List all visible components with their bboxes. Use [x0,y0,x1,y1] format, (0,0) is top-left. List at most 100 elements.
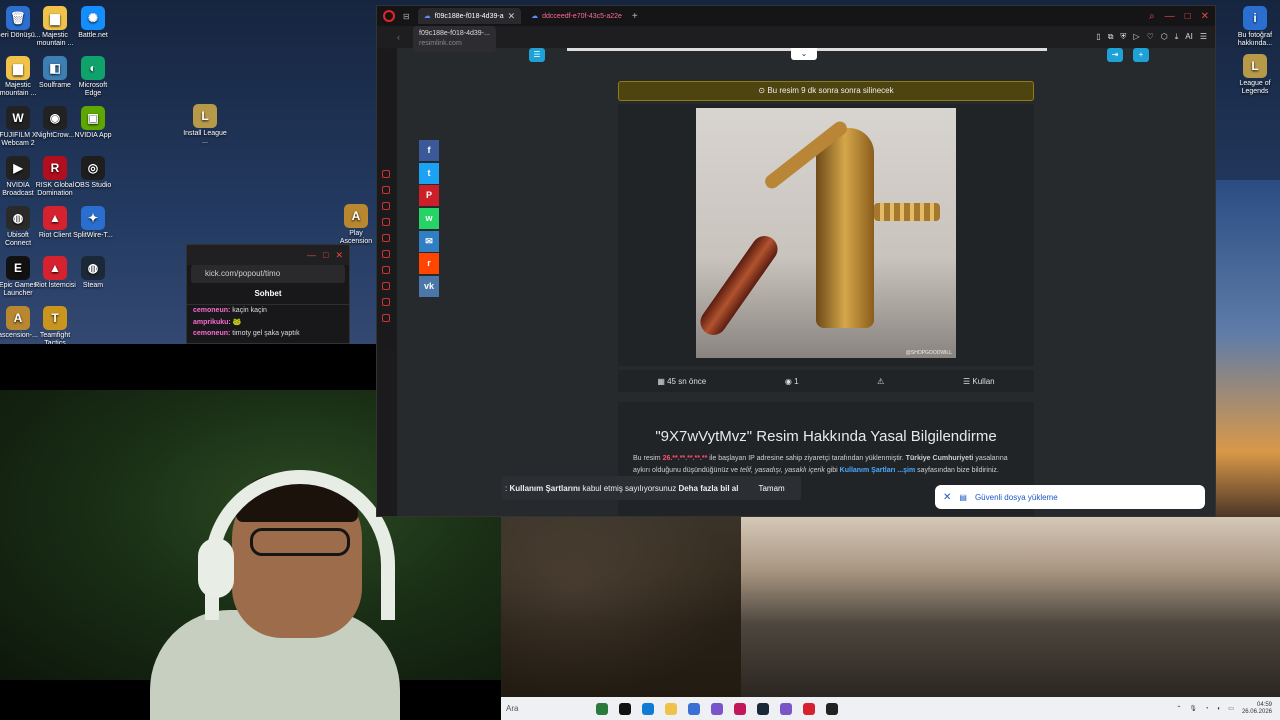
taskbar-app-icon[interactable] [734,702,746,715]
twitter-share-icon[interactable]: t [419,162,439,184]
clock[interactable]: 04:59 26.06.2026 [1242,702,1272,716]
taskbar-app-icon[interactable] [803,702,815,715]
desktop-icon[interactable]: i Bu fotoğraf hakkında... [1232,6,1278,48]
menu-button[interactable]: ☰ [529,48,545,62]
desktop-icon-label: Battle.net [78,32,108,39]
sidebar-icon[interactable] [382,234,390,242]
opera-menu-icon[interactable] [383,10,395,22]
close-icon[interactable]: ✕ [943,492,951,503]
view-count: ◉ 1 [784,376,799,386]
pinterest-share-icon[interactable]: P [419,185,439,207]
snapshot-icon[interactable]: ⧉ [1108,32,1114,42]
tab-overview-icon[interactable]: ⊟ [403,12,410,21]
sidebar-icon[interactable] [382,186,390,194]
bookmark-icon[interactable]: ▯ [1096,32,1100,42]
reddit-share-icon[interactable]: r [419,253,439,275]
menu-icon[interactable]: ☰ [1200,32,1207,42]
desktop-icon[interactable]: ▣ NVIDIA App [70,106,116,140]
taskbar-app-icon[interactable] [619,702,631,715]
app-icon: ◐ [81,56,105,80]
use-link[interactable]: ☰ Kullan [963,377,995,386]
close-icon[interactable]: ✕ [335,250,343,261]
taskbar-search[interactable]: Ara [501,697,591,720]
register-button[interactable]: + [1133,48,1149,62]
taskbar-app-icon[interactable] [711,702,723,715]
desktop-icon[interactable]: A Play Ascension [333,204,379,246]
microphone-icon[interactable]: 🎙 [1189,705,1197,712]
taskbar-app-icon[interactable] [826,702,838,715]
sidebar-icon[interactable] [382,314,390,322]
desktop-icon[interactable]: ◐ Microsoft Edge [70,56,116,98]
download-icon[interactable]: ⤓ [1175,32,1179,42]
facebook-share-icon[interactable]: f [419,140,439,161]
sidebar-icon[interactable] [382,218,390,226]
player-icon[interactable]: ▷ [1133,32,1139,42]
taskbar-app-icon[interactable] [757,702,769,715]
ai-icon[interactable]: AI [1185,32,1193,42]
tab-active[interactable]: ☁ f09c188e-f018-4d39-a ✕ [417,8,522,24]
sidebar-icon[interactable] [382,266,390,274]
dropdown-toggle[interactable]: ⌄ [791,48,817,60]
desktop-icon[interactable]: ◍ Steam [70,256,116,290]
taskbar-app-icon[interactable] [688,702,700,715]
sidebar-icon[interactable] [382,250,390,258]
learn-more-link[interactable]: Deha fazla bil al [678,484,738,493]
sidebar-icon[interactable] [382,202,390,210]
maximize-icon[interactable]: □ [1185,11,1191,22]
desktop-icon[interactable]: TTeamfight Tactics [32,306,78,348]
login-button[interactable]: ⇥ [1107,48,1123,62]
sidebar-icon[interactable] [382,282,390,290]
sidebar-icon[interactable] [382,170,390,178]
tray-chevron-icon[interactable]: ⌃ [1176,705,1181,712]
legal-title: "9X7wVytMvz" Resim Hakkında Yasal Bilgil… [655,428,997,445]
battery-icon[interactable]: ▭ [1228,705,1234,712]
maximize-icon[interactable]: □ [323,250,328,260]
contact-link[interactable]: ...şim [897,467,915,474]
desktop-icon-label: NVIDIA App [74,132,112,139]
image-panel: @SHOPGOODWILL [618,104,1034,366]
app-icon: T [43,306,67,330]
close-icon[interactable]: ✕ [1201,11,1209,22]
taskbar-app-icon[interactable] [642,702,654,715]
terms-link[interactable]: Kullanım Şartları [840,467,896,474]
whatsapp-share-icon[interactable]: w [419,208,439,230]
network-icon[interactable]: ◔ [1205,706,1209,712]
desktop-icon[interactable]: L Install League ... [182,104,228,146]
desktop-icon[interactable]: ◎ OBS Studio [70,156,116,190]
desktop-icon[interactable]: ✺ Battle.net [70,6,116,40]
chat-address-bar[interactable]: kick.com/popout/timo [191,265,345,283]
app-icon: A [344,204,368,228]
taskbar: Ara ⌃ 🎙 ◔ ◖ ▭ 04:59 26.06.2026 [501,697,1280,720]
vk-share-icon[interactable]: vk [419,276,439,298]
volume-icon[interactable]: ◖ [1217,706,1221,712]
browser-window[interactable]: ⊟ ☁ f09c188e-f018-4d39-a ✕ ☁ ddcceedf-e70f-… [376,5,1216,517]
app-icon: ▲ [43,206,67,230]
app-icon: i [1243,6,1267,30]
close-tab-icon[interactable]: ✕ [508,11,516,22]
extensions-icon[interactable]: ⬡ [1161,32,1168,42]
tab-inactive[interactable]: ☁ ddcceedf-e70f-43c5-a22e [525,8,628,24]
cookie-ok-button[interactable]: Tamam [748,481,795,495]
uploaded-image[interactable]: @SHOPGOODWILL [696,108,956,358]
taskbar-app-icon[interactable] [780,702,792,715]
app-icon: ◎ [81,156,105,180]
minimize-icon[interactable]: — [307,250,316,260]
search-tabs-icon[interactable]: ⌕ [1149,11,1155,22]
back-icon[interactable]: ‹ [397,32,400,42]
desktop-icon[interactable]: ✦ SplitWire-T... [70,206,116,240]
new-tab-icon[interactable]: + [632,11,638,22]
desktop-icon[interactable]: L League of Legends [1232,54,1278,96]
taskbar-app-icon[interactable] [596,702,608,715]
minimize-icon[interactable]: — [1165,11,1175,22]
chat-popout-window[interactable]: — □ ✕ kick.com/popout/timo Sohbet cemoneun… [186,244,350,344]
heart-icon[interactable]: ♡ [1147,32,1154,42]
shield-icon[interactable]: ⛨ [1120,32,1126,42]
image-meta: ▦ 45 sn önce ◉ 1 ⚠ ☰ Kullan [618,370,1034,392]
wallpaper-seashore [501,517,1280,697]
app-icon: W [6,106,30,130]
report-icon[interactable]: ⚠ [877,377,884,386]
image-watermark: @SHOPGOODWILL [905,350,952,356]
taskbar-app-icon[interactable] [665,702,677,715]
sidebar-icon[interactable] [382,298,390,306]
email-share-icon[interactable]: ✉ [419,230,439,252]
